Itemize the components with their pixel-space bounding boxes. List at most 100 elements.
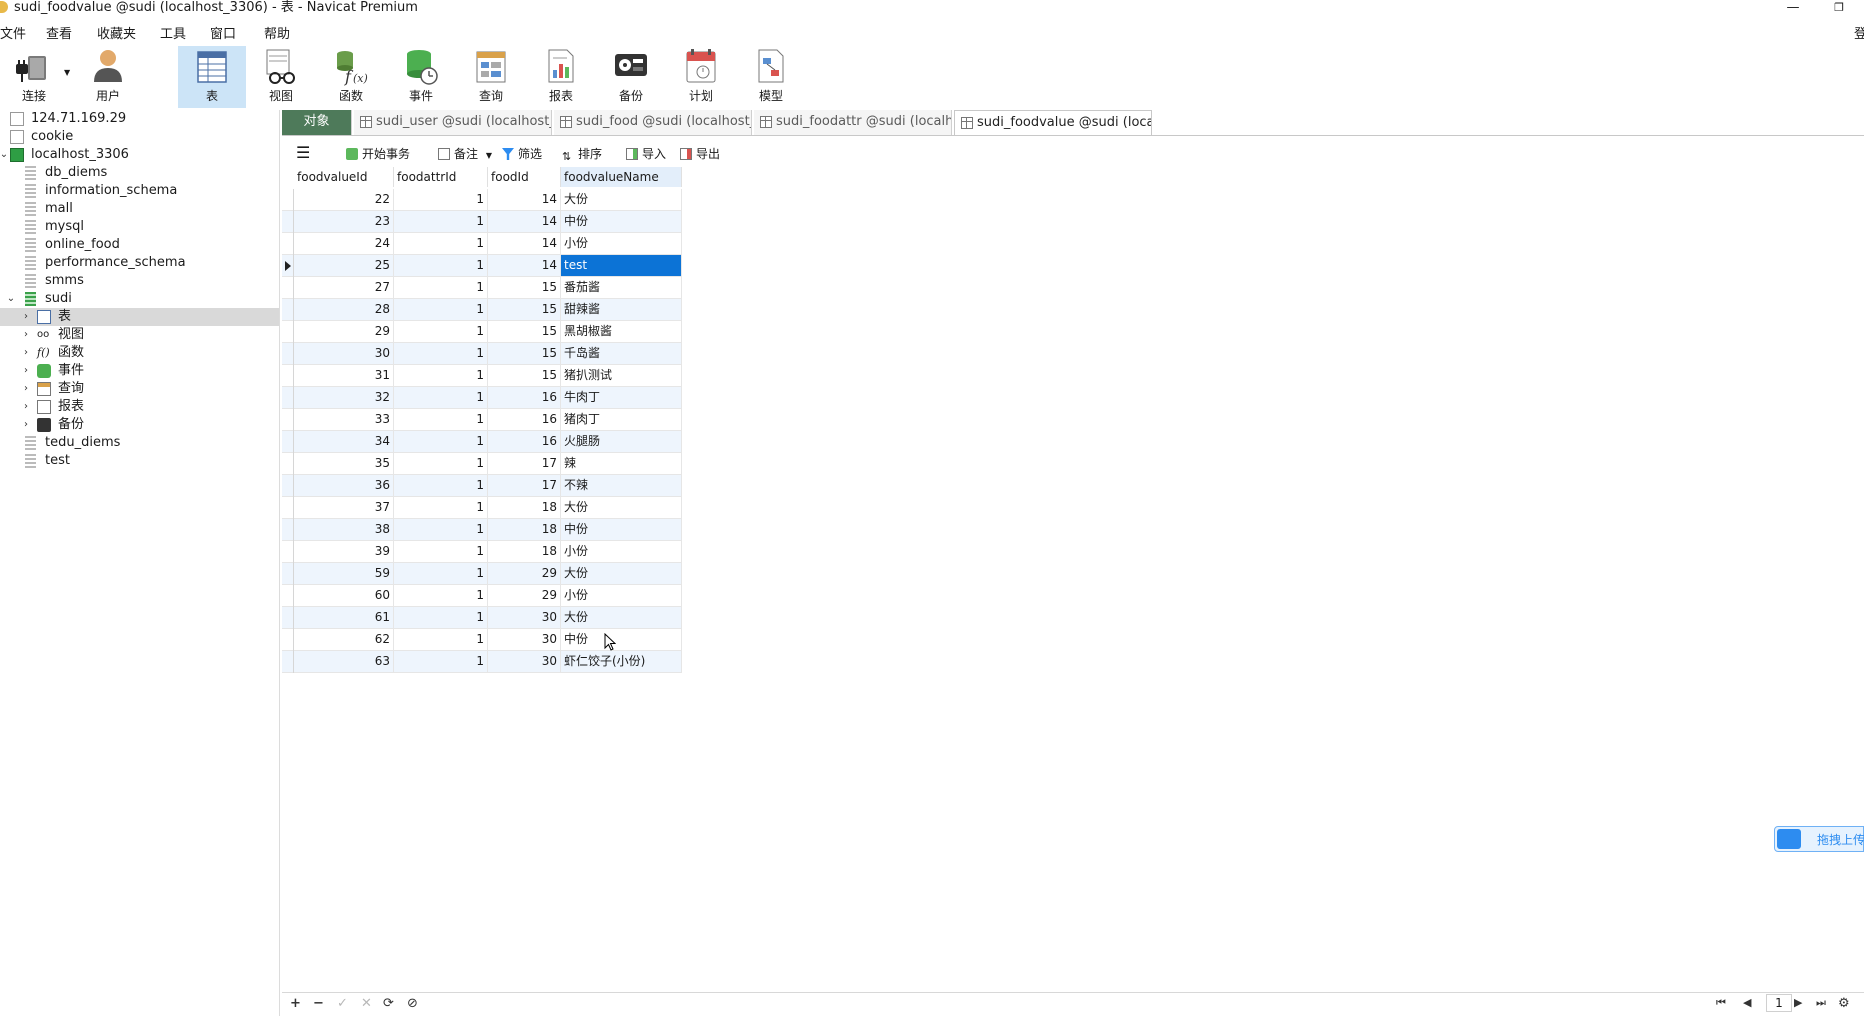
tree-db-mysql[interactable]: mysql <box>0 218 279 236</box>
cell-foodId[interactable]: 15 <box>488 299 561 320</box>
cell-foodId[interactable]: 29 <box>488 585 561 606</box>
cell-foodattrId[interactable]: 1 <box>394 365 488 386</box>
chevron-down-icon[interactable]: ⌄ <box>0 146 10 164</box>
row-selector[interactable] <box>282 519 294 541</box>
cell-foodvalueName[interactable]: 千岛酱 <box>561 343 682 364</box>
tree-db-mall[interactable]: mall <box>0 200 279 218</box>
delete-record-button[interactable]: − <box>313 996 324 1011</box>
memo-button[interactable]: 备注 ▼ <box>438 145 492 162</box>
cell-foodId[interactable]: 15 <box>488 365 561 386</box>
cell-foodvalueName[interactable]: 中份 <box>561 629 682 650</box>
row-selector[interactable] <box>282 497 294 519</box>
row-selector[interactable] <box>282 255 294 277</box>
cell-foodId[interactable]: 17 <box>488 453 561 474</box>
table-row[interactable]: 30 1 15 千岛酱 <box>282 343 682 365</box>
cell-foodvalueId[interactable]: 31 <box>294 365 394 386</box>
cell-foodattrId[interactable]: 1 <box>394 629 488 650</box>
menu-file[interactable]: 文件 <box>0 23 26 42</box>
table-row[interactable]: 31 1 15 猪扒测试 <box>282 365 682 387</box>
cell-foodvalueName[interactable]: 虾仁饺子(小份) <box>561 651 682 672</box>
tab-sudi-foodvalue[interactable]: sudi_foodvalue @sudi (local... <box>954 110 1152 135</box>
column-header-foodattrId[interactable]: foodattrId <box>394 167 488 187</box>
row-selector[interactable] <box>282 607 294 629</box>
row-selector[interactable] <box>282 629 294 651</box>
cell-foodvalueName[interactable]: 大份 <box>561 497 682 518</box>
cell-foodId[interactable]: 16 <box>488 409 561 430</box>
cell-foodvalueName[interactable]: 大份 <box>561 189 682 210</box>
query-button[interactable]: 查询 <box>457 46 525 108</box>
tree-db-smms[interactable]: smms <box>0 272 279 290</box>
row-selector[interactable] <box>282 475 294 497</box>
cell-foodattrId[interactable]: 1 <box>394 519 488 540</box>
tree-db-db_diems[interactable]: db_diems <box>0 164 279 182</box>
cell-foodvalueId[interactable]: 61 <box>294 607 394 628</box>
row-selector[interactable] <box>282 585 294 607</box>
cell-foodvalueId[interactable]: 36 <box>294 475 394 496</box>
cell-foodattrId[interactable]: 1 <box>394 475 488 496</box>
table-row[interactable]: 60 1 29 小份 <box>282 585 682 607</box>
menu-help[interactable]: 帮助 <box>264 23 290 42</box>
cell-foodattrId[interactable]: 1 <box>394 387 488 408</box>
cell-foodId[interactable]: 30 <box>488 607 561 628</box>
table-row[interactable]: 23 1 14 中份 <box>282 211 682 233</box>
tree-db-information_schema[interactable]: information_schema <box>0 182 279 200</box>
cell-foodattrId[interactable]: 1 <box>394 585 488 606</box>
cell-foodattrId[interactable]: 1 <box>394 189 488 210</box>
cell-foodattrId[interactable]: 1 <box>394 497 488 518</box>
table-row[interactable]: 29 1 15 黑胡椒酱 <box>282 321 682 343</box>
table-button[interactable]: 表 <box>178 46 246 108</box>
tree-db-tedu_diems[interactable]: tedu_diems <box>0 434 279 452</box>
column-header-foodId[interactable]: foodId <box>488 167 561 187</box>
cell-foodId[interactable]: 17 <box>488 475 561 496</box>
tree-folder-backups[interactable]: › 备份 <box>0 416 279 434</box>
apply-changes-button[interactable]: ✓ <box>337 996 348 1011</box>
cell-foodattrId[interactable]: 1 <box>394 431 488 452</box>
cell-foodId[interactable]: 15 <box>488 277 561 298</box>
cell-foodId[interactable]: 16 <box>488 387 561 408</box>
cell-foodattrId[interactable]: 1 <box>394 541 488 562</box>
cell-foodvalueName[interactable]: 甜辣酱 <box>561 299 682 320</box>
menu-login[interactable]: 登 <box>1854 23 1864 42</box>
page-number-field[interactable]: 1 <box>1766 994 1792 1012</box>
report-button[interactable]: 报表 <box>527 46 595 108</box>
cell-foodvalueName[interactable]: 猪扒测试 <box>561 365 682 386</box>
cell-foodId[interactable]: 30 <box>488 651 561 672</box>
begin-transaction-button[interactable]: 开始事务 <box>346 145 410 162</box>
cell-foodId[interactable]: 14 <box>488 255 561 276</box>
tab-objects[interactable]: 对象 <box>282 110 352 135</box>
table-row[interactable]: 35 1 17 辣 <box>282 453 682 475</box>
cell-foodvalueId[interactable]: 62 <box>294 629 394 650</box>
row-selector[interactable] <box>282 431 294 453</box>
table-row[interactable]: 39 1 18 小份 <box>282 541 682 563</box>
cell-foodattrId[interactable]: 1 <box>394 277 488 298</box>
tree-db-performance_schema[interactable]: performance_schema <box>0 254 279 272</box>
table-row[interactable]: 25 1 14 test <box>282 255 682 277</box>
cell-foodattrId[interactable]: 1 <box>394 563 488 584</box>
cell-foodvalueId[interactable]: 32 <box>294 387 394 408</box>
hamburger-menu-icon[interactable]: ☰ <box>296 143 310 162</box>
table-row[interactable]: 36 1 17 不辣 <box>282 475 682 497</box>
cell-foodattrId[interactable]: 1 <box>394 607 488 628</box>
view-button[interactable]: 视图 <box>247 46 315 108</box>
table-row[interactable]: 33 1 16 猪肉丁 <box>282 409 682 431</box>
sort-button[interactable]: ⇅ 排序 <box>562 145 602 163</box>
cell-foodvalueId[interactable]: 63 <box>294 651 394 672</box>
table-row[interactable]: 61 1 30 大份 <box>282 607 682 629</box>
table-row[interactable]: 24 1 14 小份 <box>282 233 682 255</box>
cell-foodattrId[interactable]: 1 <box>394 233 488 254</box>
row-selector[interactable] <box>282 365 294 387</box>
row-selector[interactable] <box>282 211 294 233</box>
user-button[interactable]: 用户 <box>74 46 142 108</box>
cell-foodId[interactable]: 29 <box>488 563 561 584</box>
row-selector[interactable] <box>282 189 294 211</box>
table-row[interactable]: 37 1 18 大份 <box>282 497 682 519</box>
table-row[interactable]: 63 1 30 虾仁饺子(小份) <box>282 651 682 673</box>
cell-foodId[interactable]: 18 <box>488 519 561 540</box>
cell-foodId[interactable]: 14 <box>488 211 561 232</box>
row-selector[interactable] <box>282 409 294 431</box>
row-selector[interactable] <box>282 541 294 563</box>
cell-foodattrId[interactable]: 1 <box>394 255 488 276</box>
cell-foodId[interactable]: 15 <box>488 343 561 364</box>
menu-tools[interactable]: 工具 <box>160 23 186 42</box>
chevron-right-icon[interactable]: › <box>20 344 32 362</box>
